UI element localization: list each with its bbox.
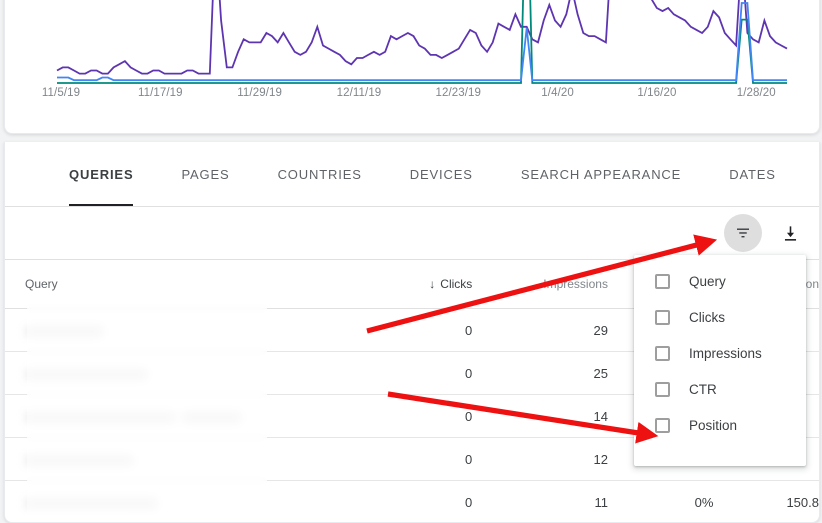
menu-item-label: Position bbox=[689, 418, 737, 433]
cell-clicks: 0 bbox=[372, 352, 472, 395]
x-axis-tick-label: 12/11/19 bbox=[337, 87, 382, 99]
table-row[interactable]: 0110%150.8 bbox=[5, 481, 819, 523]
column-header-impressions[interactable]: Impressions bbox=[472, 260, 608, 309]
tab-dates[interactable]: DATES bbox=[705, 142, 800, 206]
x-axis-tick-label: 11/29/19 bbox=[237, 87, 282, 99]
chart-svg bbox=[5, 0, 819, 86]
tab-label: SEARCH APPEARANCE bbox=[521, 167, 681, 182]
query-redacted-block bbox=[25, 412, 175, 423]
tab-search-appearance[interactable]: SEARCH APPEARANCE bbox=[497, 142, 705, 206]
cell-impressions: 29 bbox=[472, 309, 608, 352]
filter-button[interactable] bbox=[724, 214, 762, 252]
tab-pages[interactable]: PAGES bbox=[157, 142, 253, 206]
checkbox-clicks-icon[interactable] bbox=[655, 310, 670, 325]
column-header-query-label: Query bbox=[25, 277, 58, 291]
checkbox-impressions-icon[interactable] bbox=[655, 346, 670, 361]
cell-impressions: 11 bbox=[472, 481, 608, 523]
download-icon bbox=[781, 224, 800, 243]
chart-line-clicks bbox=[57, 3, 787, 80]
x-axis-tick-label: 12/23/19 bbox=[435, 87, 481, 99]
menu-item-impressions[interactable]: Impressions bbox=[634, 335, 806, 371]
cell-query[interactable] bbox=[5, 438, 372, 481]
cell-position: 150.8 bbox=[713, 481, 819, 523]
tab-countries[interactable]: COUNTRIES bbox=[254, 142, 386, 206]
chart-line-ctr bbox=[57, 0, 787, 83]
column-header-query[interactable]: Query bbox=[5, 260, 372, 309]
x-axis-tick-label: 1/4/20 bbox=[541, 87, 574, 99]
performance-chart-plot bbox=[5, 0, 819, 86]
tab-label: DATES bbox=[729, 167, 776, 182]
checkbox-position-icon[interactable] bbox=[655, 418, 670, 433]
tab-label: QUERIES bbox=[69, 167, 133, 182]
menu-item-ctr[interactable]: CTR bbox=[634, 371, 806, 407]
cell-query[interactable] bbox=[5, 309, 372, 352]
column-header-clicks-label: Clicks bbox=[440, 277, 472, 291]
menu-item-label: Query bbox=[689, 274, 726, 289]
menu-item-label: Clicks bbox=[689, 310, 725, 325]
checkbox-query-icon[interactable] bbox=[655, 274, 670, 289]
chart-x-axis: 11/5/19 11/17/19 11/29/19 12/11/19 12/23/19 1… bbox=[5, 87, 819, 111]
tab-label: PAGES bbox=[181, 167, 229, 182]
query-redacted-block bbox=[25, 326, 103, 337]
query-redacted-block bbox=[25, 498, 157, 509]
cell-clicks: 0 bbox=[372, 481, 472, 523]
cell-impressions: 12 bbox=[472, 438, 608, 481]
cell-clicks: 0 bbox=[372, 309, 472, 352]
menu-item-clicks[interactable]: Clicks bbox=[634, 299, 806, 335]
cell-query[interactable] bbox=[5, 395, 372, 438]
cell-query[interactable] bbox=[5, 481, 372, 523]
cell-impressions: 25 bbox=[472, 352, 608, 395]
tab-queries[interactable]: QUERIES bbox=[45, 142, 157, 206]
menu-item-label: Impressions bbox=[689, 346, 762, 361]
menu-item-position[interactable]: Position bbox=[634, 407, 806, 443]
sort-descending-icon: ↓ bbox=[429, 277, 435, 291]
menu-item-label: CTR bbox=[689, 382, 717, 397]
cell-clicks: 0 bbox=[372, 395, 472, 438]
column-selection-menu[interactable]: Query Clicks Impressions CTR Position bbox=[634, 255, 806, 466]
cell-impressions: 14 bbox=[472, 395, 608, 438]
checkbox-ctr-icon[interactable] bbox=[655, 382, 670, 397]
query-redacted-block bbox=[25, 369, 147, 380]
cell-ctr: 0% bbox=[608, 481, 714, 523]
performance-chart-card: 11/5/19 11/17/19 11/29/19 12/11/19 12/23/19 1… bbox=[4, 0, 820, 134]
query-redacted-block bbox=[25, 455, 133, 466]
filter-icon bbox=[734, 224, 752, 242]
x-axis-tick-label: 11/5/19 bbox=[42, 87, 80, 99]
tab-devices[interactable]: DEVICES bbox=[386, 142, 497, 206]
x-axis-tick-label: 11/17/19 bbox=[138, 87, 183, 99]
table-toolbar bbox=[5, 207, 819, 260]
tab-label: DEVICES bbox=[410, 167, 473, 182]
x-axis-tick-label: 1/28/20 bbox=[737, 87, 776, 99]
column-header-impressions-label: Impressions bbox=[543, 277, 608, 291]
menu-item-query[interactable]: Query bbox=[634, 263, 806, 299]
chart-line-impressions bbox=[57, 0, 787, 74]
tab-label: COUNTRIES bbox=[278, 167, 362, 182]
query-redacted-block bbox=[183, 412, 241, 423]
column-header-clicks[interactable]: ↓ Clicks bbox=[372, 260, 472, 309]
cell-clicks: 0 bbox=[372, 438, 472, 481]
dimension-tabs: QUERIES PAGES COUNTRIES DEVICES SEARCH APPEA… bbox=[5, 142, 819, 207]
cell-query[interactable] bbox=[5, 352, 372, 395]
x-axis-tick-label: 1/16/20 bbox=[637, 87, 676, 99]
download-button[interactable] bbox=[775, 218, 805, 248]
